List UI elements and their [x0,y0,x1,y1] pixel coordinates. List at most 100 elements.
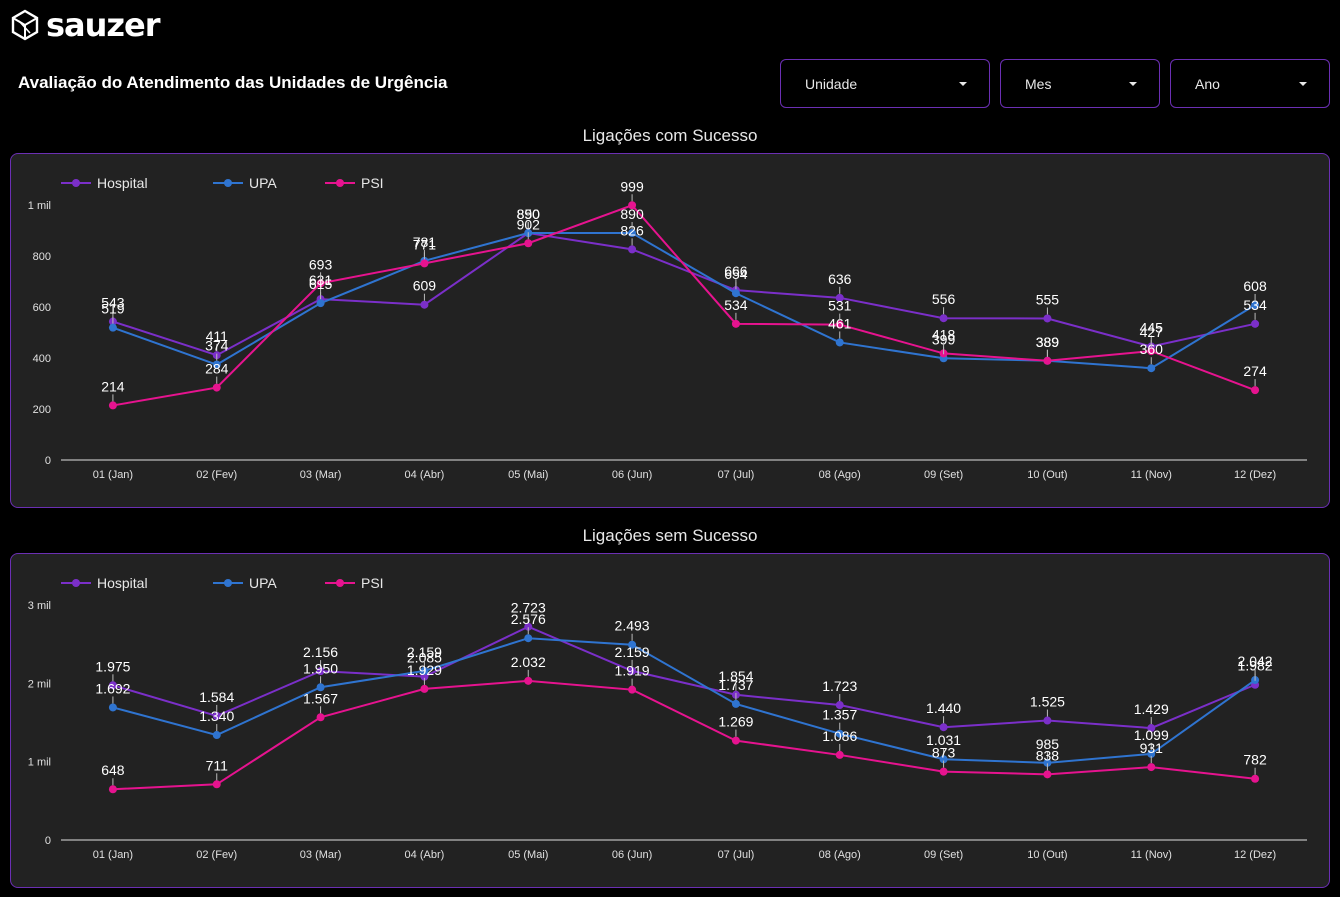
legend-label-psi[interactable]: PSI [361,575,384,591]
data-label-psi: 931 [1140,740,1164,756]
data-point-psi[interactable] [524,239,533,248]
x-tick-label: 06 (Jun) [612,849,652,861]
data-label-psi: 284 [205,361,229,377]
data-point-psi[interactable] [212,383,221,392]
unidade-filter-dropdown[interactable]: Unidade [780,59,990,108]
data-label-psi: 2.032 [511,654,546,670]
x-tick-label: 10 (Out) [1027,469,1067,481]
page-title: Avaliação do Atendimento das Unidades de… [18,73,448,92]
y-tick-label: 0 [45,835,51,847]
legend-marker-psi [336,179,344,187]
series-line-upa [112,232,1256,370]
data-point-upa[interactable] [835,338,844,347]
data-point-psi[interactable] [628,685,637,694]
data-point-hospital[interactable] [628,245,637,254]
data-point-psi[interactable] [212,780,221,789]
y-tick-label: 600 [33,302,51,314]
legend-label-hospital[interactable]: Hospital [97,175,148,191]
data-label-hospital: 1.584 [199,689,234,705]
data-label-upa: 2.576 [511,611,546,627]
y-tick-label: 3 mil [28,600,51,612]
x-tick-label: 02 (Fev) [196,849,237,861]
data-point-psi[interactable] [524,676,533,685]
data-point-upa[interactable] [524,634,533,643]
data-label-psi: 389 [1036,334,1060,350]
data-point-psi[interactable] [939,767,948,776]
data-label-hospital: 636 [828,271,852,287]
y-tick-label: 200 [33,404,51,416]
logo-text: sauzer [46,6,161,44]
data-label-psi: 782 [1243,752,1267,768]
data-label-upa: 654 [724,266,748,282]
chart-title-success: Ligações com Sucesso [582,126,758,145]
data-label-psi: 1.086 [822,728,857,744]
data-point-hospital[interactable] [1043,314,1052,323]
data-label-psi: 873 [932,745,956,761]
chart-title-failure: Ligações sem Sucesso [582,526,758,545]
data-label-psi: 1.919 [615,663,650,679]
data-point-psi[interactable] [835,750,844,759]
data-point-upa[interactable] [316,299,325,308]
legend-marker-upa [224,579,232,587]
y-tick-label: 2 mil [28,678,51,690]
data-point-psi[interactable] [420,684,429,693]
data-point-psi[interactable] [1147,763,1156,772]
data-point-psi[interactable] [108,401,117,410]
data-label-upa: 1.950 [303,660,338,676]
x-tick-label: 01 (Jan) [93,469,133,481]
legend-label-upa[interactable]: UPA [249,175,277,191]
data-point-hospital[interactable] [939,314,948,323]
data-point-hospital[interactable] [939,723,948,732]
data-point-psi[interactable] [1043,356,1052,365]
data-point-psi[interactable] [1251,386,1260,395]
mes-filter-dropdown[interactable]: Mes [1000,59,1160,108]
data-label-hospital: 2.156 [303,644,338,660]
data-point-upa[interactable] [1147,364,1156,373]
ano-filter-dropdown[interactable]: Ano [1170,59,1330,108]
data-point-upa[interactable] [108,323,117,332]
data-label-upa: 374 [205,338,229,354]
data-point-upa[interactable] [731,699,740,708]
data-point-psi[interactable] [731,319,740,328]
data-label-upa: 519 [101,301,125,317]
data-label-psi: 418 [932,326,956,342]
data-point-psi[interactable] [420,259,429,268]
data-point-upa[interactable] [212,731,221,740]
data-label-upa: 2.159 [407,644,442,660]
x-tick-label: 04 (Abr) [405,849,445,861]
data-label-psi: 214 [101,378,125,394]
series-line-upa [112,637,1256,764]
y-tick-label: 0 [45,455,51,467]
data-label-psi: 999 [620,178,644,194]
data-label-psi: 711 [206,757,229,773]
y-tick-label: 800 [33,251,51,263]
x-tick-label: 06 (Jun) [612,469,652,481]
data-point-psi[interactable] [731,736,740,745]
legend-label-hospital[interactable]: Hospital [97,575,148,591]
data-label-hospital: 1.975 [95,658,130,674]
data-point-hospital[interactable] [1251,319,1260,328]
data-point-upa[interactable] [108,703,117,712]
chevron-down-icon [1129,82,1137,86]
chart-panel-failure: Hospital UPA PSI 0 1 mil 2 mil 3 mil 01 (Jan) 02… [10,553,1330,888]
legend-label-psi[interactable]: PSI [361,175,384,191]
data-point-hospital[interactable] [420,300,429,309]
legend-label-upa[interactable]: UPA [249,575,277,591]
data-point-hospital[interactable] [1043,716,1052,725]
data-label-upa: 1.737 [718,677,753,693]
data-point-psi[interactable] [108,785,117,794]
x-tick-label: 09 (Set) [924,849,963,861]
data-label-hospital: 556 [932,291,956,307]
data-point-psi[interactable] [1043,770,1052,779]
chevron-down-icon [1299,82,1307,86]
x-tick-label: 03 (Mar) [300,469,342,481]
chart-panel-success: Hospital UPA PSI 0 200 400 600 800 1 mil 01 (Jan)… [10,153,1330,508]
series-line-hospital [112,232,1256,357]
data-point-psi[interactable] [316,713,325,722]
data-label-psi: 427 [1140,324,1164,340]
mes-filter-label: Mes [1025,75,1052,92]
x-tick-label: 09 (Set) [924,469,963,481]
data-point-psi[interactable] [1251,774,1260,783]
data-label-hospital: 1.440 [926,700,961,716]
data-label-hospital: 609 [413,278,437,294]
